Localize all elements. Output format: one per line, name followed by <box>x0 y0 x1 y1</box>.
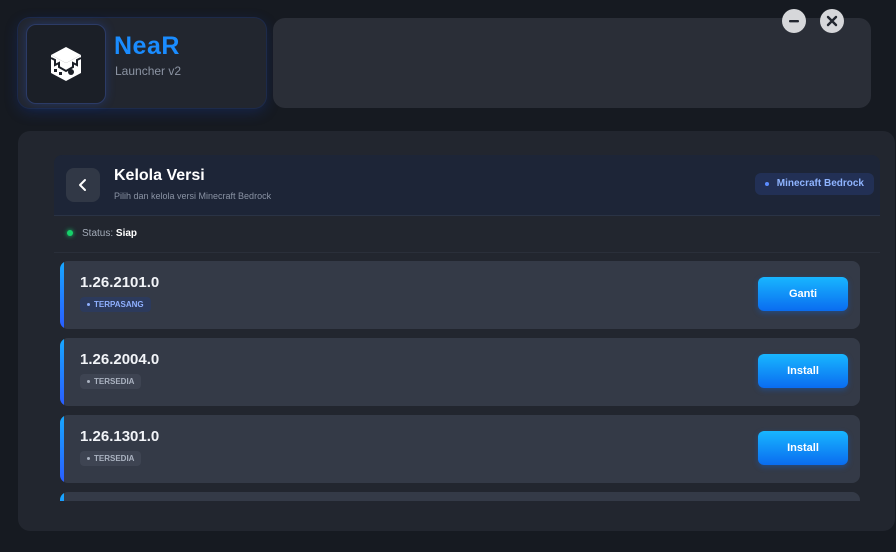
platform-badge-label: Minecraft Bedrock <box>776 178 864 189</box>
status-bar: Status: Siap <box>54 216 880 253</box>
app-name: NeaR <box>114 32 180 60</box>
switch-version-button[interactable]: Ganti <box>758 277 848 311</box>
install-version-button[interactable]: Install <box>758 431 848 465</box>
version-name: 1.26.2101.0 <box>80 274 160 291</box>
version-status-badge: TERPASANG <box>80 297 151 312</box>
badge-dot-icon <box>87 380 90 383</box>
version-name: 1.26.2004.0 <box>80 351 160 368</box>
chevron-left-icon <box>79 179 86 191</box>
app-logo-card: NeaR Launcher v2 <box>18 18 266 108</box>
version-item: 1.26.2101.0 TERPASANG Ganti <box>60 261 860 329</box>
version-item: 1.26.2004.0 TERSEDIA Install <box>60 338 860 406</box>
status-label: Status: <box>82 228 114 239</box>
close-button[interactable] <box>820 9 844 33</box>
item-accent-bar <box>60 261 64 329</box>
platform-badge: Minecraft Bedrock <box>754 173 874 195</box>
status-value: Siap <box>115 228 138 239</box>
panel-header: Kelola Versi Pilih dan kelola versi Mine… <box>54 155 880 216</box>
header-banner <box>273 18 871 108</box>
version-item-partial <box>60 492 860 501</box>
badge-dot-icon <box>87 457 90 460</box>
page-title: Kelola Versi <box>114 167 205 184</box>
minimize-icon <box>789 20 799 23</box>
version-status-badge: TERSEDIA <box>80 374 142 389</box>
cube-logo-icon <box>50 47 82 81</box>
version-name: 1.26.1301.0 <box>80 428 160 445</box>
status-indicator-icon <box>67 230 73 236</box>
version-status-badge: TERSEDIA <box>80 451 142 466</box>
status-text: Status: Siap <box>82 228 137 239</box>
item-accent-bar <box>60 415 64 483</box>
page-subtitle: Pilih dan kelola versi Minecraft Bedrock <box>114 191 272 201</box>
back-button[interactable] <box>66 168 100 202</box>
item-accent-bar <box>60 338 64 406</box>
install-version-button[interactable]: Install <box>758 354 848 388</box>
badge-dot-icon <box>764 182 769 186</box>
version-status-label: TERSEDIA <box>94 454 135 463</box>
badge-dot-icon <box>87 303 90 306</box>
item-accent-bar <box>60 492 64 501</box>
minimize-button[interactable] <box>782 9 806 33</box>
version-list[interactable]: 1.26.2101.0 TERPASANG Ganti 1.26.2004.0 … <box>60 261 862 501</box>
app-logo <box>26 24 106 104</box>
close-icon <box>826 15 838 27</box>
version-status-label: TERPASANG <box>94 300 144 309</box>
app-subtitle: Launcher v2 <box>115 64 182 78</box>
version-item: 1.26.1301.0 TERSEDIA Install <box>60 415 860 483</box>
version-status-label: TERSEDIA <box>94 377 135 386</box>
main-panel: Kelola Versi Pilih dan kelola versi Mine… <box>18 131 895 531</box>
